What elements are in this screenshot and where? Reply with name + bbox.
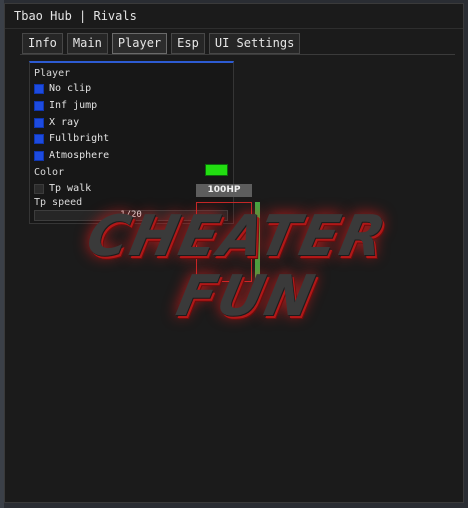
checkbox[interactable] <box>34 117 44 128</box>
checkbox[interactable] <box>34 100 44 111</box>
toggle-x-ray[interactable]: X ray <box>34 116 79 129</box>
toggle-label: Fullbright <box>49 133 110 144</box>
watermark-line-2: FUN <box>171 264 322 329</box>
color-label: Color <box>34 167 65 178</box>
window-title: Tbao Hub | Rivals <box>5 4 463 29</box>
toggle-label: Atmosphere <box>49 150 110 161</box>
toggle-atmosphere[interactable]: Atmosphere <box>34 149 109 162</box>
watermark-line-1: CHEATER <box>81 204 393 269</box>
checkbox[interactable] <box>34 183 44 194</box>
checkbox[interactable] <box>34 133 44 144</box>
toggle-no-clip[interactable]: No clip <box>34 82 91 95</box>
tab-bar: Info Main Player Esp UI Settings <box>22 33 301 54</box>
tab-esp[interactable]: Esp <box>171 33 205 54</box>
section-title: Player <box>34 68 71 79</box>
toggle-inf-jump[interactable]: Inf jump <box>34 99 97 112</box>
tp-speed-label: Tp speed <box>34 197 83 208</box>
tab-ui-settings[interactable]: UI Settings <box>208 33 301 54</box>
watermark-logo: CHEATER FUN <box>80 196 393 341</box>
toggle-label: Inf jump <box>49 100 98 111</box>
toggle-label: Tp walk <box>49 183 92 194</box>
tab-main[interactable]: Main <box>66 33 108 54</box>
checkbox[interactable] <box>34 83 44 94</box>
color-picker-swatch[interactable] <box>205 164 228 176</box>
checkbox[interactable] <box>34 150 44 161</box>
toggle-label: No clip <box>49 83 92 94</box>
tab-player[interactable]: Player <box>111 33 168 54</box>
toggle-tp-walk[interactable]: Tp walk <box>34 182 91 195</box>
tab-info[interactable]: Info <box>22 33 63 54</box>
toggle-fullbright[interactable]: Fullbright <box>34 132 109 145</box>
toggle-label: X ray <box>49 117 80 128</box>
tab-divider <box>20 54 455 55</box>
